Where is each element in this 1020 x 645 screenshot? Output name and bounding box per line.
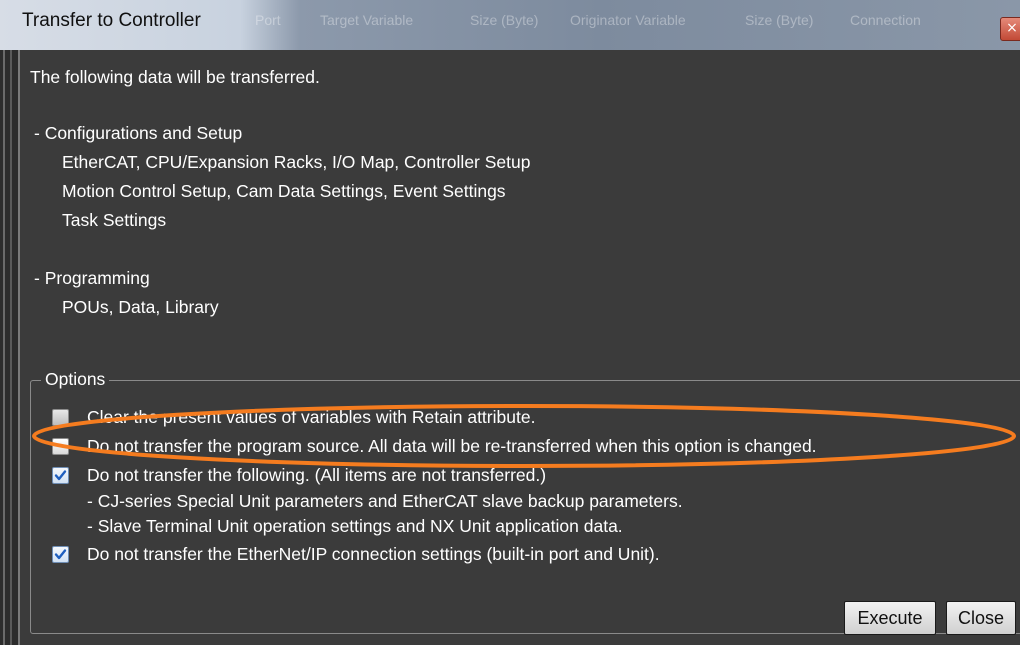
config-item: Task Settings — [62, 210, 167, 230]
background-tab-connection: Connection — [850, 12, 921, 28]
dialog-content: The following data will be transferred. … — [18, 50, 1020, 645]
background-tab-port: Port — [255, 12, 281, 28]
no-transfer-following-label[interactable]: Do not transfer the following. (All item… — [87, 464, 546, 486]
background-tab-size-2: Size (Byte) — [745, 12, 814, 28]
window-frame-left — [0, 50, 18, 645]
close-button[interactable]: Close — [946, 601, 1016, 635]
programming-heading: - Programming — [34, 268, 150, 288]
background-tab-originator-variable: Originator Variable — [570, 12, 686, 28]
sub-item-cj-series: - CJ-series Special Unit parameters and … — [87, 491, 683, 511]
close-window-icon[interactable]: × — [1000, 17, 1020, 41]
frame-divider — [10, 50, 12, 645]
no-ethernetip-checkbox[interactable] — [52, 546, 69, 563]
config-item: EtherCAT, CPU/Expansion Racks, I/O Map, … — [62, 152, 531, 172]
background-tab-size: Size (Byte) — [470, 12, 539, 28]
no-transfer-following-checkbox[interactable] — [52, 467, 69, 484]
dialog-title: Transfer to Controller — [22, 10, 201, 31]
clear-retain-label[interactable]: Clear the present values of variables wi… — [87, 406, 535, 428]
execute-button[interactable]: Execute — [844, 601, 936, 635]
programming-item: POUs, Data, Library — [62, 297, 219, 317]
options-group: Options Clear the present values of vari… — [30, 368, 1020, 634]
checkmark-icon — [54, 470, 67, 481]
intro-text: The following data will be transferred. — [30, 67, 320, 87]
frame-divider — [3, 50, 5, 645]
clear-retain-checkbox[interactable] — [52, 409, 69, 426]
config-item: Motion Control Setup, Cam Data Settings,… — [62, 181, 506, 201]
no-ethernetip-label[interactable]: Do not transfer the EtherNet/IP connecti… — [87, 543, 660, 565]
config-heading: - Configurations and Setup — [34, 123, 243, 143]
checkmark-icon — [54, 549, 67, 560]
no-program-source-label[interactable]: Do not transfer the program source. All … — [87, 435, 817, 457]
sub-item-slave-terminal: - Slave Terminal Unit operation settings… — [87, 516, 623, 536]
no-program-source-checkbox[interactable] — [52, 438, 69, 455]
title-bar[interactable]: Port Target Variable Size (Byte) Origina… — [0, 0, 1020, 50]
transfer-dialog: Port Target Variable Size (Byte) Origina… — [0, 0, 1020, 645]
background-tab-target-variable: Target Variable — [320, 12, 414, 28]
options-label: Options — [41, 368, 110, 390]
